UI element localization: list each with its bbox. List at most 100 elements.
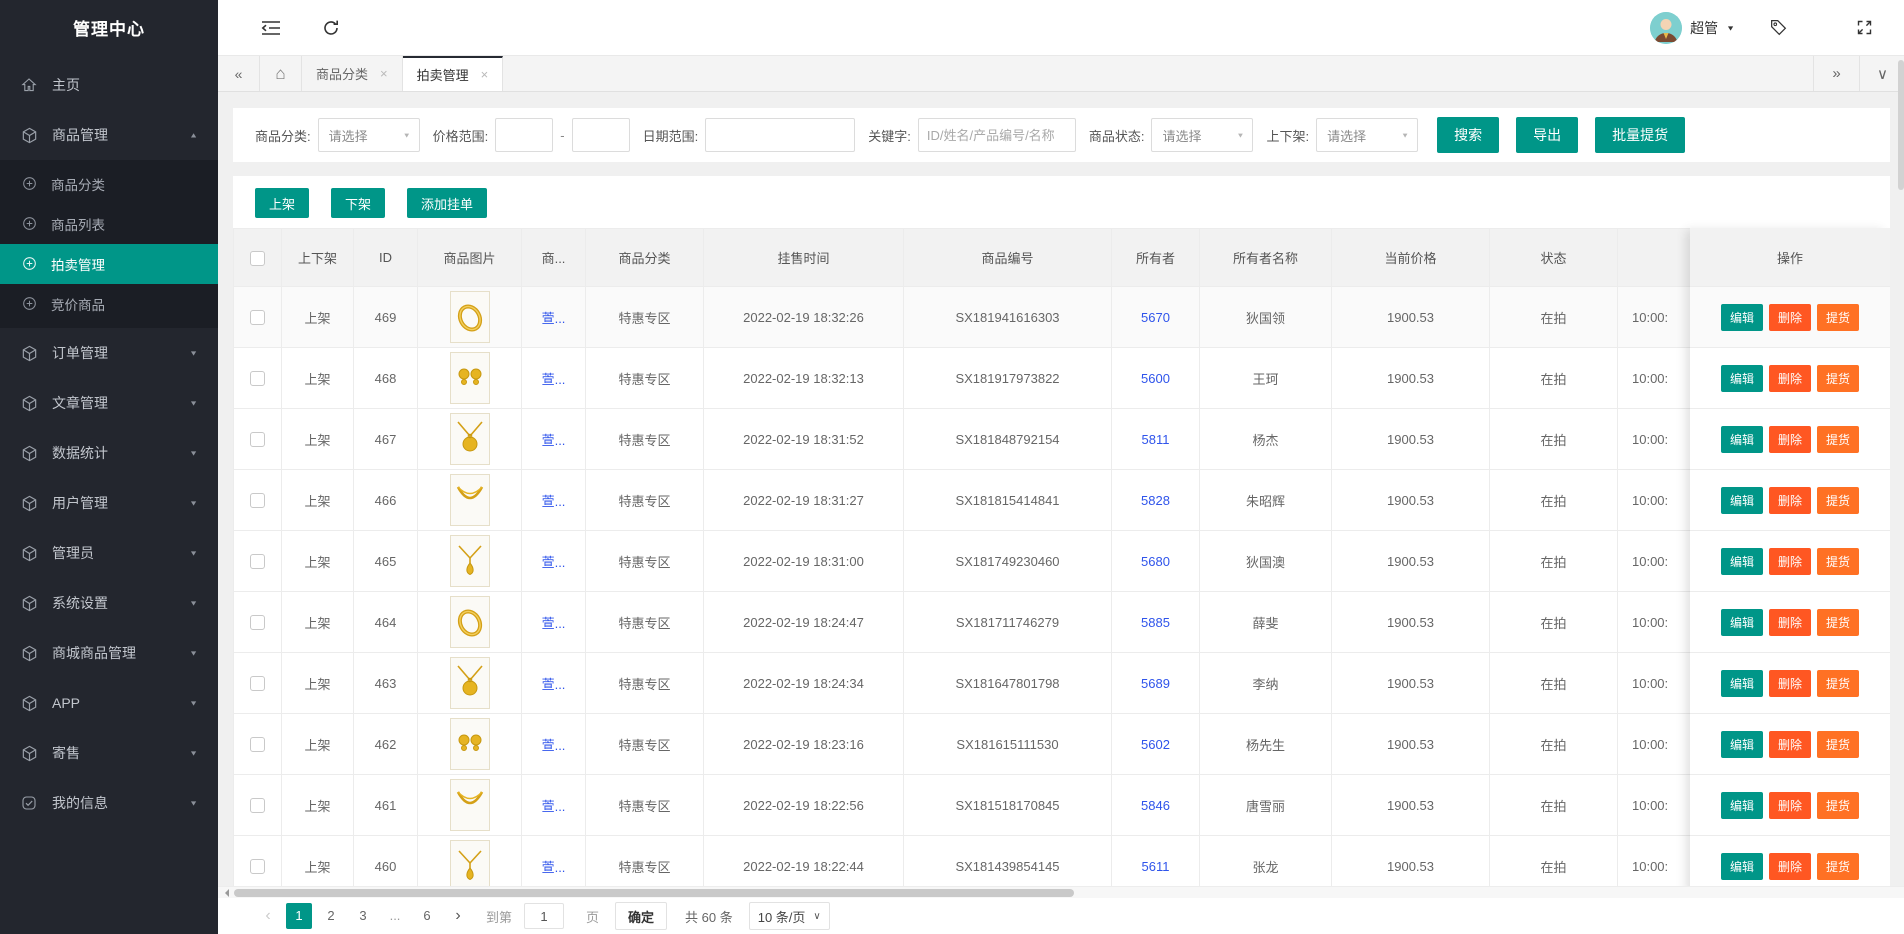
scrollbar-thumb[interactable] bbox=[234, 889, 1074, 897]
edit-button[interactable]: 编辑 bbox=[1721, 731, 1763, 758]
sidebar-subitem[interactable]: 商品列表 bbox=[0, 204, 218, 244]
keyword-input[interactable] bbox=[918, 118, 1076, 152]
price-to-input[interactable] bbox=[572, 118, 630, 152]
batch-pickup-button[interactable]: 批量提货 bbox=[1595, 117, 1685, 153]
product-image[interactable] bbox=[450, 718, 490, 770]
vertical-scrollbar-thumb[interactable] bbox=[1898, 60, 1904, 190]
tab-auction-management[interactable]: 拍卖管理 × bbox=[403, 56, 504, 91]
row-checkbox[interactable] bbox=[250, 615, 265, 630]
row-name[interactable]: 萱... bbox=[522, 348, 586, 409]
edit-button[interactable]: 编辑 bbox=[1721, 609, 1763, 636]
sidebar-group[interactable]: 管理员 ▼ bbox=[0, 528, 218, 578]
row-checkbox[interactable] bbox=[250, 432, 265, 447]
sidebar-subitem[interactable]: 商品分类 bbox=[0, 164, 218, 204]
refresh-icon[interactable] bbox=[314, 11, 348, 45]
pickup-button[interactable]: 提货 bbox=[1817, 487, 1859, 514]
row-owner[interactable]: 5602 bbox=[1112, 714, 1200, 775]
row-owner[interactable]: 5611 bbox=[1112, 836, 1200, 887]
edit-button[interactable]: 编辑 bbox=[1721, 304, 1763, 331]
close-icon[interactable]: × bbox=[481, 67, 489, 82]
product-image[interactable] bbox=[450, 535, 490, 587]
scroll-left-arrow-icon[interactable] bbox=[218, 887, 234, 899]
delete-button[interactable]: 删除 bbox=[1769, 609, 1811, 636]
add-listing-button[interactable]: 添加挂单 bbox=[407, 188, 487, 218]
row-name[interactable]: 萱... bbox=[522, 409, 586, 470]
row-checkbox[interactable] bbox=[250, 737, 265, 752]
delete-button[interactable]: 删除 bbox=[1769, 365, 1811, 392]
delete-button[interactable]: 删除 bbox=[1769, 670, 1811, 697]
confirm-page-button[interactable]: 确定 bbox=[615, 902, 667, 930]
price-from-input[interactable] bbox=[495, 118, 553, 152]
pickup-button[interactable]: 提货 bbox=[1817, 609, 1859, 636]
row-name[interactable]: 萱... bbox=[522, 836, 586, 887]
tabs-scroll-right-icon[interactable]: » bbox=[1813, 56, 1859, 91]
page-number-button[interactable]: 2 bbox=[318, 903, 344, 929]
row-name[interactable]: 萱... bbox=[522, 653, 586, 714]
edit-button[interactable]: 编辑 bbox=[1721, 670, 1763, 697]
pickup-button[interactable]: 提货 bbox=[1817, 426, 1859, 453]
row-checkbox[interactable] bbox=[250, 798, 265, 813]
row-name[interactable]: 萱... bbox=[522, 592, 586, 653]
product-image[interactable] bbox=[450, 474, 490, 526]
edit-button[interactable]: 编辑 bbox=[1721, 487, 1763, 514]
export-button[interactable]: 导出 bbox=[1516, 117, 1578, 153]
pickup-button[interactable]: 提货 bbox=[1817, 731, 1859, 758]
search-button[interactable]: 搜索 bbox=[1437, 117, 1499, 153]
on-shelf-button[interactable]: 上架 bbox=[255, 188, 309, 218]
sidebar-group[interactable]: APP ▼ bbox=[0, 678, 218, 728]
date-range-input[interactable] bbox=[705, 118, 855, 152]
off-shelf-button[interactable]: 下架 bbox=[331, 188, 385, 218]
product-image[interactable] bbox=[450, 413, 490, 465]
edit-button[interactable]: 编辑 bbox=[1721, 548, 1763, 575]
row-name[interactable]: 萱... bbox=[522, 531, 586, 592]
sidebar-group[interactable]: 数据统计 ▼ bbox=[0, 428, 218, 478]
row-owner[interactable]: 5846 bbox=[1112, 775, 1200, 836]
sidebar-group[interactable]: 我的信息 ▼ bbox=[0, 778, 218, 828]
edit-button[interactable]: 编辑 bbox=[1721, 365, 1763, 392]
next-page-button[interactable]: › bbox=[446, 907, 470, 925]
user-menu[interactable]: 超管 ▼ bbox=[1650, 12, 1735, 44]
sidebar-subitem[interactable]: 拍卖管理 bbox=[0, 244, 218, 284]
product-image[interactable] bbox=[450, 840, 490, 886]
sidebar-group[interactable]: 商城商品管理 ▼ bbox=[0, 628, 218, 678]
category-select[interactable]: 请选择 ▼ bbox=[318, 118, 420, 152]
page-number-button[interactable]: 1 bbox=[286, 903, 312, 929]
pickup-button[interactable]: 提货 bbox=[1817, 853, 1859, 880]
fullscreen-icon[interactable] bbox=[1847, 11, 1881, 45]
select-all-checkbox[interactable] bbox=[250, 251, 265, 266]
sidebar-item[interactable]: 主页 bbox=[0, 60, 218, 110]
product-image[interactable] bbox=[450, 779, 490, 831]
pickup-button[interactable]: 提货 bbox=[1817, 670, 1859, 697]
delete-button[interactable]: 删除 bbox=[1769, 304, 1811, 331]
row-checkbox[interactable] bbox=[250, 371, 265, 386]
prev-page-button[interactable]: ‹ bbox=[256, 907, 280, 925]
product-image[interactable] bbox=[450, 657, 490, 709]
row-name[interactable]: 萱... bbox=[522, 470, 586, 531]
row-checkbox[interactable] bbox=[250, 310, 265, 325]
pickup-button[interactable]: 提货 bbox=[1817, 548, 1859, 575]
row-owner[interactable]: 5689 bbox=[1112, 653, 1200, 714]
sidebar-group[interactable]: 用户管理 ▼ bbox=[0, 478, 218, 528]
row-owner[interactable]: 5811 bbox=[1112, 409, 1200, 470]
tab-product-category[interactable]: 商品分类 × bbox=[302, 56, 403, 91]
pickup-button[interactable]: 提货 bbox=[1817, 304, 1859, 331]
row-owner[interactable]: 5828 bbox=[1112, 470, 1200, 531]
sidebar-group[interactable]: 订单管理 ▼ bbox=[0, 328, 218, 378]
delete-button[interactable]: 删除 bbox=[1769, 731, 1811, 758]
delete-button[interactable]: 删除 bbox=[1769, 426, 1811, 453]
status-select[interactable]: 请选择 ▼ bbox=[1151, 118, 1253, 152]
edit-button[interactable]: 编辑 bbox=[1721, 792, 1763, 819]
product-image[interactable] bbox=[450, 596, 490, 648]
row-name[interactable]: 萱... bbox=[522, 775, 586, 836]
goto-page-input[interactable] bbox=[524, 903, 564, 929]
horizontal-scrollbar[interactable] bbox=[218, 886, 1904, 898]
row-owner[interactable]: 5670 bbox=[1112, 287, 1200, 348]
row-checkbox[interactable] bbox=[250, 554, 265, 569]
delete-button[interactable]: 删除 bbox=[1769, 548, 1811, 575]
sidebar-group[interactable]: 商品管理 ▲ bbox=[0, 110, 218, 160]
row-owner[interactable]: 5885 bbox=[1112, 592, 1200, 653]
row-checkbox[interactable] bbox=[250, 676, 265, 691]
pickup-button[interactable]: 提货 bbox=[1817, 365, 1859, 392]
sidebar-group[interactable]: 寄售 ▼ bbox=[0, 728, 218, 778]
product-image[interactable] bbox=[450, 352, 490, 404]
